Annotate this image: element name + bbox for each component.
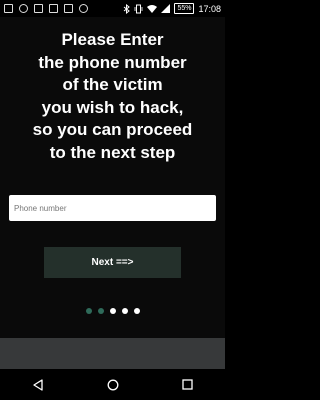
clock: 17:08 — [198, 3, 221, 14]
signal-icon — [161, 4, 171, 13]
next-button[interactable]: Next ==> — [44, 247, 181, 278]
notification-icon — [64, 4, 73, 13]
recents-button[interactable] — [173, 370, 203, 400]
back-button[interactable] — [23, 370, 53, 400]
heading-line: you wish to hack, — [41, 97, 184, 117]
instruction-heading: Please Enter the phone number of the vic… — [0, 29, 225, 164]
heading-line: so you can proceed — [32, 120, 193, 139]
home-button[interactable] — [98, 370, 128, 400]
page-dot — [133, 308, 140, 314]
recents-icon — [182, 379, 193, 390]
battery-indicator: 55% — [174, 3, 195, 14]
status-notifications — [4, 4, 88, 13]
wifi-icon — [147, 4, 158, 13]
notification-icon — [19, 4, 28, 13]
page-dot — [121, 308, 128, 314]
notification-icon — [49, 4, 58, 13]
page-dot — [109, 308, 116, 314]
back-icon — [32, 378, 44, 391]
status-system: 55% 17:08 — [123, 3, 221, 14]
bluetooth-icon — [123, 3, 131, 14]
status-bar: 55% 17:08 — [0, 0, 225, 17]
heading-line: the phone number — [38, 52, 187, 72]
heading-line: to the next step — [49, 142, 176, 162]
navigation-bar — [0, 369, 225, 400]
page-dot — [85, 308, 92, 314]
home-icon — [107, 379, 119, 391]
notification-icon — [34, 4, 43, 13]
page-indicator — [0, 308, 225, 314]
heading-line: Please Enter — [61, 30, 164, 49]
bottom-strip — [0, 338, 225, 369]
notification-icon — [79, 4, 88, 13]
heading-line: of the victim — [62, 75, 163, 94]
page-dot — [97, 308, 104, 314]
notification-icon — [4, 4, 13, 13]
phone-number-input[interactable] — [9, 195, 216, 221]
vibrate-icon — [134, 4, 143, 14]
